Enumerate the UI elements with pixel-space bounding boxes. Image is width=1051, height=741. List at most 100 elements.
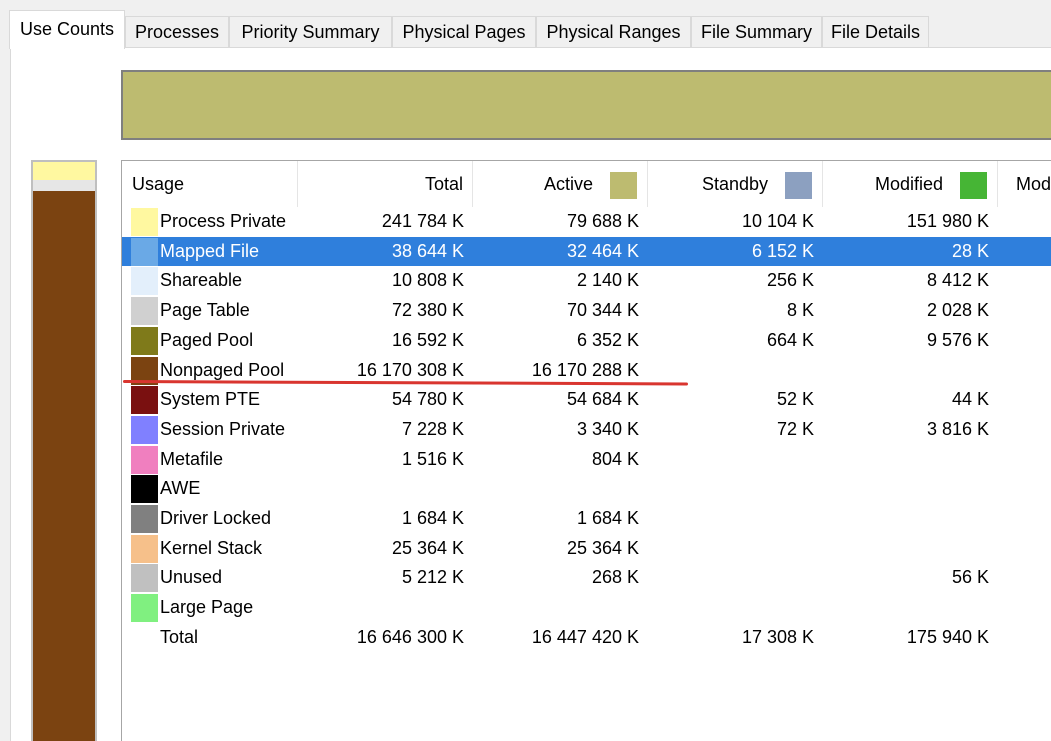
row-active-value: 79 688 K [566, 211, 639, 231]
row-active-value: 2 140 K [576, 270, 639, 291]
row-modified-value: 44 K [951, 389, 989, 410]
table-row[interactable]: System PTE 54 780 K 54 684 K 52 K 44 K [122, 385, 1051, 415]
row-standby-value [639, 356, 814, 386]
row-modified-value [815, 356, 989, 386]
row-standby-value: 52 K [776, 389, 814, 410]
gauge-segment-shareable [33, 180, 95, 191]
row-standby-value [639, 474, 814, 504]
column-header-active[interactable]: Active [473, 161, 648, 207]
row-active-value: 6 352 K [576, 329, 639, 350]
tab-priority-summary[interactable]: Priority Summary [229, 16, 392, 48]
row-modified-value [815, 534, 989, 564]
row-standby-value: 256 K [766, 270, 814, 291]
use-counts-list[interactable]: Usage Total Active Standby Modified Mod … [121, 160, 1051, 741]
row-color-swatch [131, 208, 158, 236]
row-active-value: 54 684 K [566, 389, 639, 410]
row-usage-name: Total [160, 626, 199, 647]
row-modified-value: 2 028 K [926, 300, 989, 321]
column-header-total[interactable]: Total [298, 161, 473, 207]
list-header: Usage Total Active Standby Modified Mod [122, 161, 1051, 207]
row-usage-name: Unused [160, 567, 223, 588]
tab-strip: Use Counts Processes Priority Summary Ph… [0, 0, 1051, 49]
row-total-value: 72 380 K [391, 300, 464, 321]
row-usage-name: Shareable [160, 270, 243, 291]
row-standby-value: 10 104 K [741, 211, 814, 231]
table-row[interactable]: AWE [122, 474, 1051, 504]
table-row[interactable]: Kernel Stack 25 364 K 25 364 K [122, 534, 1051, 564]
row-standby-value: 17 308 K [741, 626, 814, 647]
column-header-standby[interactable]: Standby [648, 161, 823, 207]
row-usage-name: Large Page [160, 597, 254, 618]
table-row[interactable]: Total 16 646 300 K 16 447 420 K 17 308 K 175… [122, 623, 1051, 653]
row-usage-name: System PTE [160, 389, 261, 410]
row-modified-value: 56 K [951, 567, 989, 588]
row-active-value [464, 593, 639, 623]
row-total-value: 5 212 K [401, 567, 464, 588]
table-row[interactable]: Shareable 10 808 K 2 140 K 256 K 8 412 K [122, 266, 1051, 296]
row-color-swatch [131, 534, 158, 563]
table-row[interactable]: Mapped File 38 644 K 32 464 K 6 152 K 28 K [122, 236, 1051, 267]
tab-file-summary[interactable]: File Summary [691, 16, 822, 48]
row-usage-name: Driver Locked [160, 508, 272, 528]
table-row[interactable]: Unused 5 212 K 268 K 56 K [122, 563, 1051, 593]
table-row[interactable]: Session Private 7 228 K 3 340 K 72 K 3 816 K [122, 415, 1051, 445]
tab-processes[interactable]: Processes [125, 16, 229, 48]
row-color-swatch [131, 386, 158, 415]
tab-physical-pages[interactable]: Physical Pages [392, 16, 536, 48]
row-modified-value: 8 412 K [926, 270, 989, 291]
row-modified-value [815, 474, 989, 504]
row-total-value: 16 646 300 K [356, 626, 464, 647]
row-usage-name: Metafile [160, 448, 224, 469]
row-modified-value [815, 445, 989, 475]
row-color-swatch [131, 267, 158, 296]
row-standby-value: 8 K [786, 300, 814, 321]
tab-physical-ranges[interactable]: Physical Ranges [536, 16, 691, 48]
row-active-value: 16 447 420 K [531, 626, 639, 647]
table-row[interactable]: Page Table 72 380 K 70 344 K 8 K 2 028 K [122, 296, 1051, 326]
row-total-value: 25 364 K [391, 537, 464, 558]
row-color-swatch [131, 445, 158, 474]
row-modified-value [815, 593, 989, 623]
row-usage-name: Process Private [160, 211, 287, 231]
row-modified-value: 9 576 K [926, 329, 989, 350]
table-row[interactable]: Paged Pool 16 592 K 6 352 K 664 K 9 576 K [122, 326, 1051, 356]
table-row[interactable]: Process Private 241 784 K 79 688 K 10 104 K… [122, 207, 1051, 237]
row-color-swatch [131, 297, 158, 326]
row-total-value: 1 516 K [401, 448, 464, 469]
table-row[interactable]: Driver Locked 1 684 K 1 684 K [122, 504, 1051, 534]
row-total-value [314, 474, 464, 504]
modified-color-swatch [960, 172, 987, 199]
row-total-value: 10 808 K [391, 270, 464, 291]
standby-color-swatch [785, 172, 812, 199]
memory-usage-gauge [31, 160, 97, 741]
row-total-value: 241 784 K [381, 211, 464, 231]
tab-file-details[interactable]: File Details [822, 16, 929, 48]
tab-use-counts[interactable]: Use Counts [9, 10, 125, 49]
column-header-modified[interactable]: Modified [823, 161, 998, 207]
row-color-swatch [131, 415, 158, 444]
column-header-label: Modified [874, 174, 943, 194]
row-usage-name: Mapped File [160, 240, 260, 261]
row-usage-name: AWE [160, 478, 201, 499]
row-total-value: 7 228 K [401, 418, 464, 439]
row-usage-name: Paged Pool [160, 329, 254, 350]
column-header-modified-extra[interactable]: Mod [998, 161, 1051, 207]
table-row[interactable]: Metafile 1 516 K 804 K [122, 445, 1051, 475]
row-color-swatch [131, 594, 158, 623]
row-standby-value: 6 152 K [751, 240, 814, 261]
row-usage-name: Page Table [160, 300, 250, 321]
row-active-value: 3 340 K [576, 418, 639, 439]
row-standby-value [639, 593, 814, 623]
row-active-value: 804 K [591, 448, 639, 469]
row-modified-value: 175 940 K [906, 626, 989, 647]
table-row[interactable]: Large Page [122, 593, 1051, 623]
row-active-value: 1 684 K [576, 508, 639, 528]
column-header-usage[interactable]: Usage [122, 161, 298, 207]
row-color-swatch [131, 505, 158, 533]
row-standby-value [639, 534, 814, 564]
row-standby-value: 664 K [766, 329, 814, 350]
column-header-label: Active [543, 174, 593, 194]
row-color-swatch [131, 564, 158, 593]
row-standby-value: 72 K [776, 418, 814, 439]
row-total-value: 38 644 K [391, 240, 464, 261]
